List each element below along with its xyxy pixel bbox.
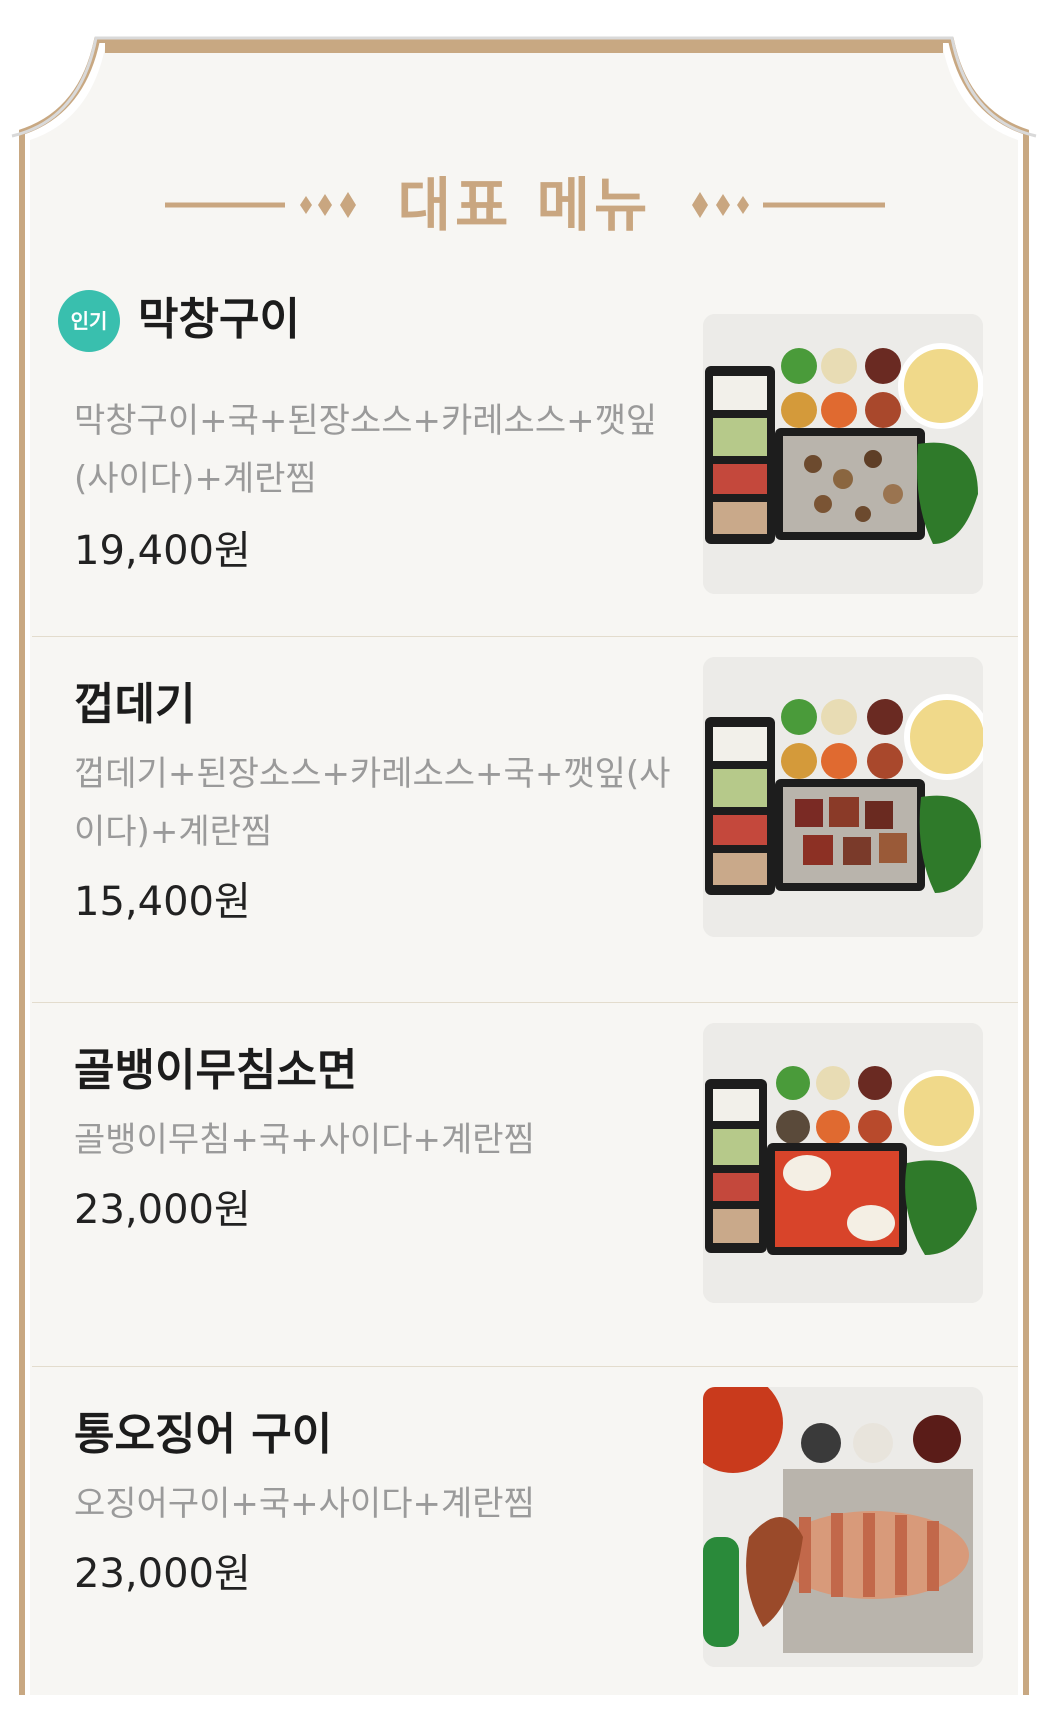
section-title: 대표 메뉴 bbox=[397, 171, 652, 239]
popular-badge: 인기 bbox=[58, 290, 120, 352]
menu-item[interactable]: 인기 막창구이 막창구이+국+된장소스+카레소스+깻잎(사이다)+계란찜 19,… bbox=[32, 272, 1018, 637]
menu-item-description: 껍데기+된장소스+카레소스+국+깻잎(사이다)+계란찜 bbox=[74, 754, 671, 852]
menu-item-price: 19,400원 bbox=[74, 528, 251, 574]
menu-item-description: 오징어구이+국+사이다+계란찜 bbox=[74, 1484, 535, 1524]
menu-item-description: 골뱅이무침+국+사이다+계란찜 bbox=[74, 1120, 535, 1160]
menu-item-name: 막창구이 bbox=[138, 294, 300, 345]
menu-item-name: 골뱅이무침소면 bbox=[74, 1045, 358, 1096]
menu-item-photo[interactable] bbox=[703, 657, 983, 937]
squid-gui-photo-icon bbox=[703, 1387, 983, 1667]
menu-item-photo[interactable] bbox=[703, 314, 983, 594]
menu-item-price: 23,000원 bbox=[74, 1187, 251, 1233]
menu-item-name: 껍데기 bbox=[74, 679, 196, 730]
menu-item-price: 23,000원 bbox=[74, 1551, 251, 1597]
menu-item[interactable]: 껍데기 껍데기+된장소스+카레소스+국+깻잎(사이다)+계란찜 15,400원 bbox=[32, 637, 1018, 1003]
menu-item-photo[interactable] bbox=[703, 1387, 983, 1667]
makchang-gui-photo-icon bbox=[703, 314, 983, 594]
menu-item-name: 통오징어 구이 bbox=[74, 1409, 333, 1460]
golbaengi-somyeon-photo-icon bbox=[703, 1023, 983, 1303]
menu-item[interactable]: 골뱅이무침소면 골뱅이무침+국+사이다+계란찜 23,000원 bbox=[32, 1003, 1018, 1367]
menu-item[interactable]: 통오징어 구이 오징어구이+국+사이다+계란찜 23,000원 bbox=[32, 1367, 1018, 1731]
menu-item-price: 15,400원 bbox=[74, 879, 251, 925]
kkeopdegi-photo-icon bbox=[703, 657, 983, 937]
menu-item-description: 막창구이+국+된장소스+카레소스+깻잎(사이다)+계란찜 bbox=[74, 401, 658, 499]
section-heading: 대표 메뉴 bbox=[0, 170, 1049, 240]
menu-item-photo[interactable] bbox=[703, 1023, 983, 1303]
